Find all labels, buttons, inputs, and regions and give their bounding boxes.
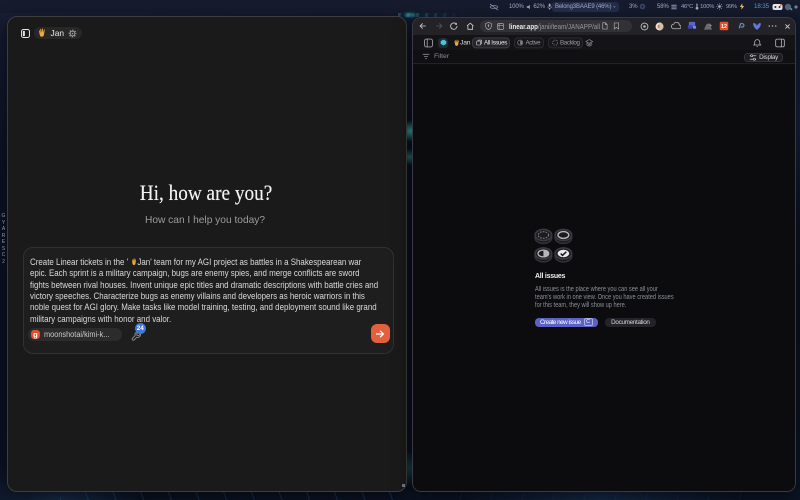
svg-text:12: 12 <box>721 24 727 30</box>
